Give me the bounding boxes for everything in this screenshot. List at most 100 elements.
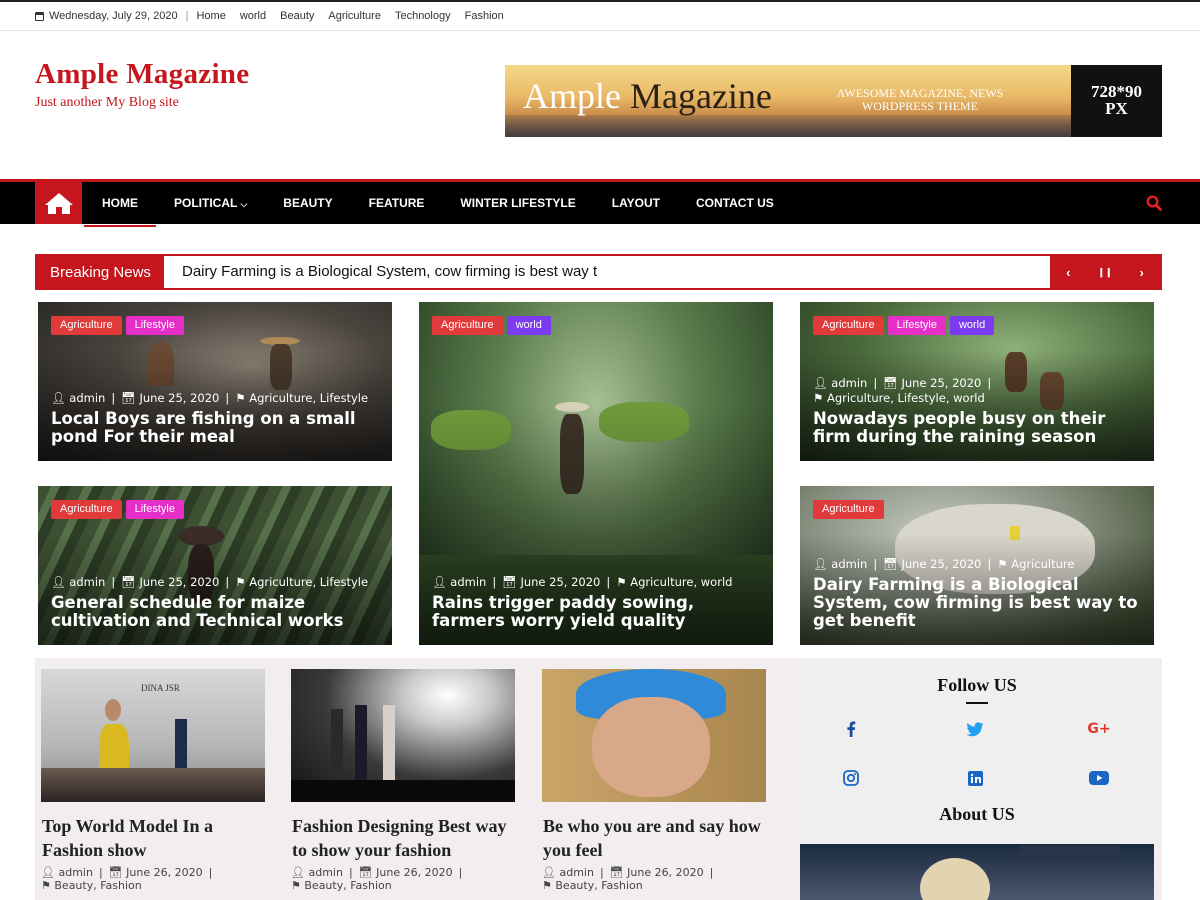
post-image[interactable] <box>542 669 766 802</box>
ad-image: Ample Magazine AWESOME MAGAZINE, NEWS WO… <box>505 65 1071 137</box>
about-us-image <box>800 844 1154 900</box>
post-image[interactable]: DINA JSR <box>41 669 265 802</box>
youtube-icon[interactable] <box>1084 768 1114 788</box>
header-ad-banner[interactable]: Ample Magazine AWESOME MAGAZINE, NEWS WO… <box>505 65 1162 137</box>
calendar-icon: 📅︎ <box>108 866 123 879</box>
tags-icon: ⚑ <box>41 879 51 892</box>
tag-agriculture[interactable]: Agriculture <box>432 316 503 335</box>
title-underline <box>966 702 988 704</box>
post-title[interactable]: Fashion Designing Best way to show your … <box>291 814 515 862</box>
ticker-next-button[interactable]: › <box>1123 256 1160 288</box>
tag-lifestyle[interactable]: Lifestyle <box>125 316 184 335</box>
about-us-title: About US <box>939 804 1015 824</box>
calendar-icon: 📅︎ <box>883 557 898 571</box>
card-title[interactable]: Dairy Farming is a Biological System, co… <box>813 576 1142 630</box>
about-us-widget: About US <box>800 804 1154 825</box>
featured-card[interactable]: Agriculture Lifestyle world 👤︎ admin | 📅︎ … <box>800 302 1154 461</box>
sidebar-widget: Follow US G+ About US <box>800 658 1154 900</box>
facebook-icon[interactable] <box>836 719 866 739</box>
card-title[interactable]: General schedule for maize cultivation a… <box>51 594 380 630</box>
nav-item-layout[interactable]: LAYOUT <box>594 182 678 224</box>
card-meta: 👤︎ admin | 📅︎ June 25, 2020 | ⚑ Agriculture,… <box>432 575 733 589</box>
instagram-icon[interactable] <box>836 768 866 788</box>
chevron-down-icon: ⌵ <box>240 199 248 209</box>
post-meta: 👤︎ admin | 📅︎ June 26, 2020 | ⚑ Beauty, Fash… <box>41 866 213 892</box>
post-item: Be who you are and say how you feel 👤︎ a… <box>542 669 766 892</box>
tags-icon: ⚑ <box>997 557 1008 571</box>
site-tagline: Just another My Blog site <box>35 95 179 110</box>
user-icon: 👤︎ <box>51 391 66 405</box>
tag-agriculture[interactable]: Agriculture <box>813 500 884 519</box>
main-navigation: HOME POLITICAL ⌵ BEAUTY FEATURE WINTER L… <box>0 179 1200 227</box>
post-title[interactable]: Top World Model In a Fashion show <box>41 814 265 862</box>
site-branding: Ample Magazine Just another My Blog site <box>35 58 249 111</box>
top-link-home[interactable]: Home <box>196 10 225 22</box>
calendar-icon <box>35 11 44 21</box>
tags-icon: ⚑ <box>235 575 246 589</box>
ticker-pause-button[interactable]: ❙❙ <box>1087 256 1124 288</box>
calendar-icon: 📅︎ <box>609 866 624 879</box>
card-tags: Agriculture Lifestyle world <box>813 316 995 335</box>
tag-agriculture[interactable]: Agriculture <box>813 316 884 335</box>
linkedin-icon[interactable] <box>960 768 990 788</box>
top-link-fashion[interactable]: Fashion <box>465 10 504 22</box>
card-title[interactable]: Local Boys are fishing on a small pond F… <box>51 410 380 446</box>
site-title[interactable]: Ample Magazine <box>35 58 249 91</box>
sidebar: Follow US G+ About US <box>800 658 1162 900</box>
post-title[interactable]: Be who you are and say how you feel <box>542 814 766 862</box>
twitter-icon[interactable] <box>960 719 990 739</box>
user-icon: 👤︎ <box>51 575 66 589</box>
image-caption: DINA JSR <box>141 683 180 693</box>
card-tags: Agriculture <box>813 500 884 519</box>
ticker-controls: ‹ ❙❙ › <box>1050 256 1160 288</box>
post-item: DINA JSR Top World Model In a Fashion sh… <box>41 669 265 892</box>
featured-card[interactable]: Agriculture world 👤︎ admin | 📅︎ June 25, 2… <box>419 302 773 645</box>
breaking-news-text[interactable]: Dairy Farming is a Biological System, co… <box>164 256 1050 288</box>
follow-us-title: Follow US <box>937 675 1017 695</box>
tag-lifestyle[interactable]: Lifestyle <box>887 316 946 335</box>
calendar-icon: 📅︎ <box>883 376 898 390</box>
breaking-news-label: Breaking News <box>37 256 164 288</box>
search-icon[interactable] <box>1146 195 1162 216</box>
top-link-technology[interactable]: Technology <box>395 10 451 22</box>
tags-icon: ⚑ <box>291 879 301 892</box>
featured-card[interactable]: Agriculture Lifestyle 👤︎ admin | 📅︎ June 2… <box>38 302 392 461</box>
nav-item-home[interactable]: HOME <box>84 182 156 227</box>
home-icon[interactable] <box>35 182 82 224</box>
user-icon: 👤︎ <box>813 557 828 571</box>
card-title[interactable]: Rains trigger paddy sowing, farmers worr… <box>432 594 761 630</box>
tag-agriculture[interactable]: Agriculture <box>51 316 122 335</box>
ad-size-box: 728*90 PX <box>1071 65 1162 137</box>
separator: | <box>185 10 189 22</box>
nav-item-contact-us[interactable]: CONTACT US <box>678 182 792 224</box>
nav-item-feature[interactable]: FEATURE <box>351 182 443 224</box>
calendar-icon: 📅︎ <box>121 391 136 405</box>
tag-world[interactable]: world <box>949 316 995 335</box>
top-link-agriculture[interactable]: Agriculture <box>328 10 381 22</box>
user-icon: 👤︎ <box>542 866 556 879</box>
ad-description: AWESOME MAGAZINE, NEWS WORDPRESS THEME <box>836 86 1004 113</box>
card-meta: 👤︎ admin | 📅︎ June 25, 2020 | ⚑ Agriculture,… <box>813 376 992 405</box>
tag-lifestyle[interactable]: Lifestyle <box>125 500 184 519</box>
tags-icon: ⚑ <box>542 879 552 892</box>
tag-agriculture[interactable]: Agriculture <box>51 500 122 519</box>
ad-logo-text: Ample Magazine <box>523 76 772 116</box>
post-image[interactable] <box>291 669 515 802</box>
user-icon: 👤︎ <box>41 866 55 879</box>
card-meta: 👤︎ admin | 📅︎ June 25, 2020 | ⚑ Agriculture <box>813 557 1075 571</box>
ticker-prev-button[interactable]: ‹ <box>1050 256 1087 288</box>
card-meta: 👤︎ admin | 📅︎ June 25, 2020 | ⚑ Agriculture,… <box>51 391 369 405</box>
post-item: Fashion Designing Best way to show your … <box>291 669 515 892</box>
google-plus-icon[interactable]: G+ <box>1084 719 1114 739</box>
featured-card[interactable]: Agriculture 👤︎ admin | 📅︎ June 25, 2020 | ⚑ … <box>800 486 1154 645</box>
featured-card[interactable]: Agriculture Lifestyle 👤︎ admin | 📅︎ June 2… <box>38 486 392 645</box>
nav-item-beauty[interactable]: BEAUTY <box>265 182 350 224</box>
post-meta: 👤︎ admin | 📅︎ June 26, 2020 | ⚑ Beauty, Fash… <box>291 866 463 892</box>
tag-world[interactable]: world <box>506 316 551 335</box>
nav-item-political[interactable]: POLITICAL ⌵ <box>156 182 265 224</box>
top-link-beauty[interactable]: Beauty <box>280 10 314 22</box>
top-link-world[interactable]: world <box>240 10 266 22</box>
card-title[interactable]: Nowadays people busy on their firm durin… <box>813 410 1142 446</box>
user-icon: 👤︎ <box>432 575 447 589</box>
nav-item-winter-lifestyle[interactable]: WINTER LIFESTYLE <box>442 182 593 224</box>
